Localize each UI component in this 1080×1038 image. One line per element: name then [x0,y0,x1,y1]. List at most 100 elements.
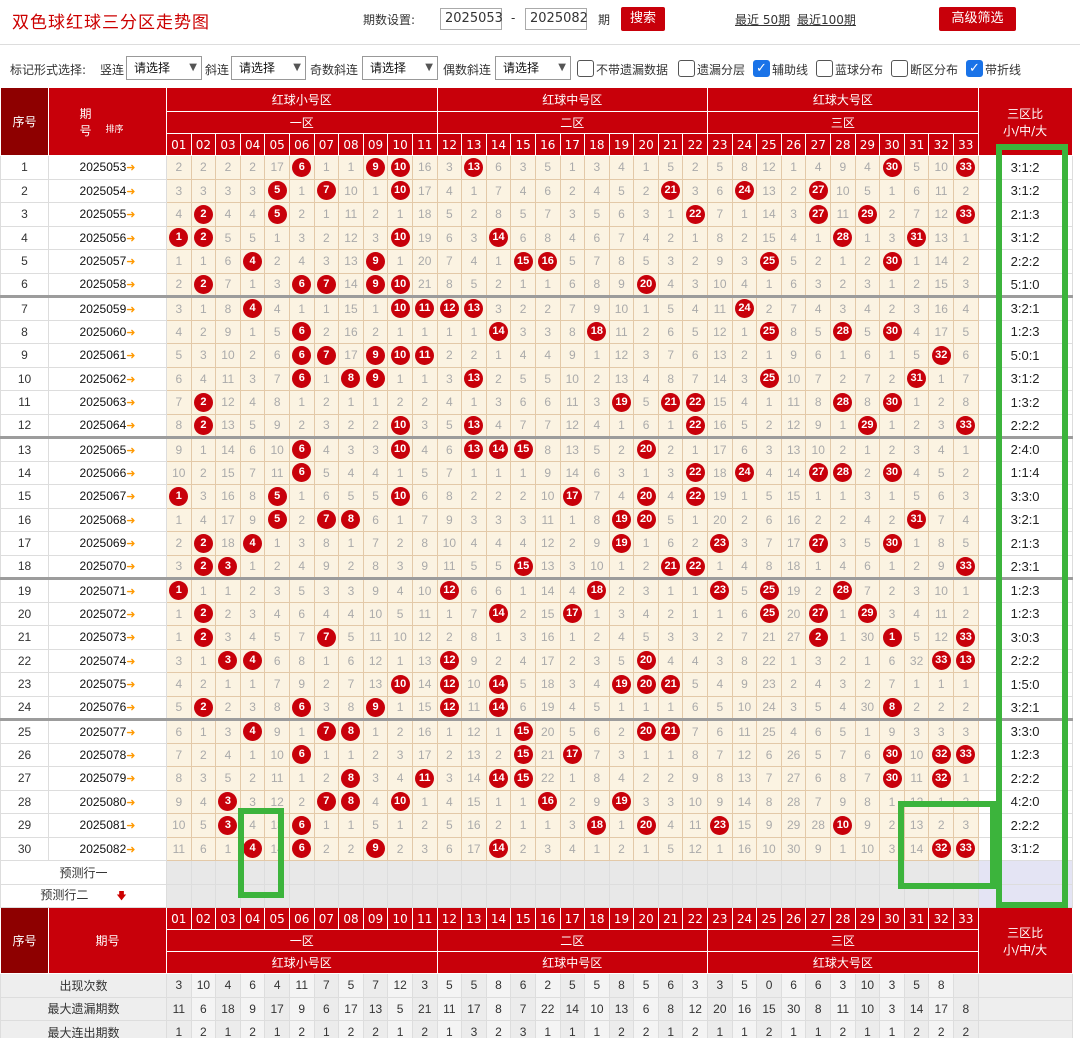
predict-cell[interactable] [830,860,856,885]
period-header[interactable]: 期号排序 [48,87,167,156]
row-period[interactable]: 2025062➜ [48,366,167,391]
row-period[interactable]: 2025054➜ [48,178,167,203]
row-period[interactable]: 2025076➜ [48,695,167,720]
row-period[interactable]: 2025056➜ [48,225,167,250]
predict-cell[interactable] [805,883,832,908]
predict-cell[interactable] [559,883,586,908]
row-period[interactable]: 2025060➜ [48,319,167,344]
row-period[interactable]: 2025074➜ [48,648,167,673]
predict-cell[interactable] [903,883,930,908]
predict-cell[interactable] [215,883,241,908]
row-period[interactable]: 2025059➜ [48,295,167,321]
predict-cell[interactable] [313,860,340,885]
row-period[interactable]: 2025063➜ [48,390,167,415]
sort-label[interactable]: 排序 [106,122,124,135]
predict-cell[interactable] [584,860,610,885]
even-diagonal-select[interactable]: 请选择 ▼ [495,56,571,80]
predict-cell[interactable] [633,883,659,908]
predict-cell[interactable] [510,883,536,908]
predict-cell[interactable] [756,860,782,885]
predict-cell[interactable] [288,860,315,885]
predict-cell[interactable] [682,883,709,908]
row-period[interactable]: 2025068➜ [48,507,167,532]
predict-cell[interactable] [387,883,413,908]
predict-cell[interactable] [953,860,979,885]
checkbox-4[interactable] [891,60,908,77]
predict-cell[interactable] [559,860,586,885]
row-period[interactable]: 2025072➜ [48,601,167,626]
predict-cell[interactable] [682,860,709,885]
predict-cell[interactable] [707,860,733,885]
advanced-filter-button[interactable]: 高级筛选 [939,7,1016,31]
predict-cell[interactable] [362,860,389,885]
predict-cell[interactable] [485,860,512,885]
predict-cell[interactable] [657,883,684,908]
predict-cell[interactable] [190,860,217,885]
predict-cell[interactable] [534,883,561,908]
predict-cell[interactable] [608,883,635,908]
row-period[interactable]: 2025071➜ [48,577,167,603]
predict-cell[interactable] [190,883,217,908]
row-period[interactable]: 2025064➜ [48,413,167,438]
predict-cell[interactable] [928,883,954,908]
checkbox-5[interactable]: ✓ [966,60,983,77]
predict-cell[interactable] [264,883,290,908]
predict-cell[interactable] [166,860,192,885]
predict-cell[interactable] [879,883,905,908]
row-period[interactable]: 2025053➜ [48,155,167,180]
predict-cell[interactable] [780,860,807,885]
predict-cell[interactable] [608,860,635,885]
predict-cell[interactable] [928,860,954,885]
predict-cell[interactable] [387,860,413,885]
predict-cell[interactable] [411,860,438,885]
row-period[interactable]: 2025070➜ [48,554,167,579]
predict-cell[interactable] [239,883,266,908]
predict-cell[interactable] [436,860,463,885]
predict-cell[interactable] [903,860,930,885]
predict-cell[interactable] [313,883,340,908]
predict-cell[interactable] [584,883,610,908]
predict-cell[interactable] [411,883,438,908]
checkbox-0[interactable] [577,60,594,77]
odd-diagonal-select[interactable]: 请选择 ▼ [362,56,438,80]
row-period[interactable]: 2025065➜ [48,436,167,462]
recent-100-link[interactable]: 最近100期 [797,11,856,28]
predict-cell[interactable] [731,883,758,908]
checkbox-1[interactable] [678,60,695,77]
predict-cell[interactable] [510,860,536,885]
predict-row-2[interactable]: 预测行二 🡇 [0,883,167,908]
checkbox-2[interactable]: ✓ [753,60,770,77]
period-to-input[interactable]: 2025082 [525,8,588,30]
predict-cell[interactable] [338,883,364,908]
predict-cell[interactable] [657,860,684,885]
predict-cell[interactable] [731,860,758,885]
search-button[interactable]: 搜索 [621,7,665,31]
period-from-input[interactable]: 2025053 [440,8,503,30]
predict-cell[interactable] [288,883,315,908]
row-period[interactable]: 2025081➜ [48,813,167,838]
predict-cell[interactable] [461,883,487,908]
row-period[interactable]: 2025077➜ [48,718,167,744]
predict-cell[interactable] [485,883,512,908]
predict-cell[interactable] [756,883,782,908]
predict-cell[interactable] [338,860,364,885]
predict-cell[interactable] [805,860,832,885]
row-period[interactable]: 2025069➜ [48,531,167,556]
row-period[interactable]: 2025078➜ [48,742,167,767]
predict-cell[interactable] [362,883,389,908]
row-period[interactable]: 2025055➜ [48,202,167,227]
predict-cell[interactable] [707,883,733,908]
predict-cell[interactable] [953,883,979,908]
predict-row-1[interactable]: 预测行一 [0,860,167,885]
predict-cell[interactable] [879,860,905,885]
predict-cell[interactable] [436,883,463,908]
predict-cell[interactable] [239,860,266,885]
row-period[interactable]: 2025057➜ [48,249,167,274]
predict-cell[interactable] [461,860,487,885]
row-period[interactable]: 2025073➜ [48,625,167,650]
row-period[interactable]: 2025061➜ [48,343,167,368]
predict-cell[interactable] [633,860,659,885]
row-period[interactable]: 2025066➜ [48,460,167,485]
checkbox-3[interactable] [816,60,833,77]
row-period[interactable]: 2025067➜ [48,484,167,509]
